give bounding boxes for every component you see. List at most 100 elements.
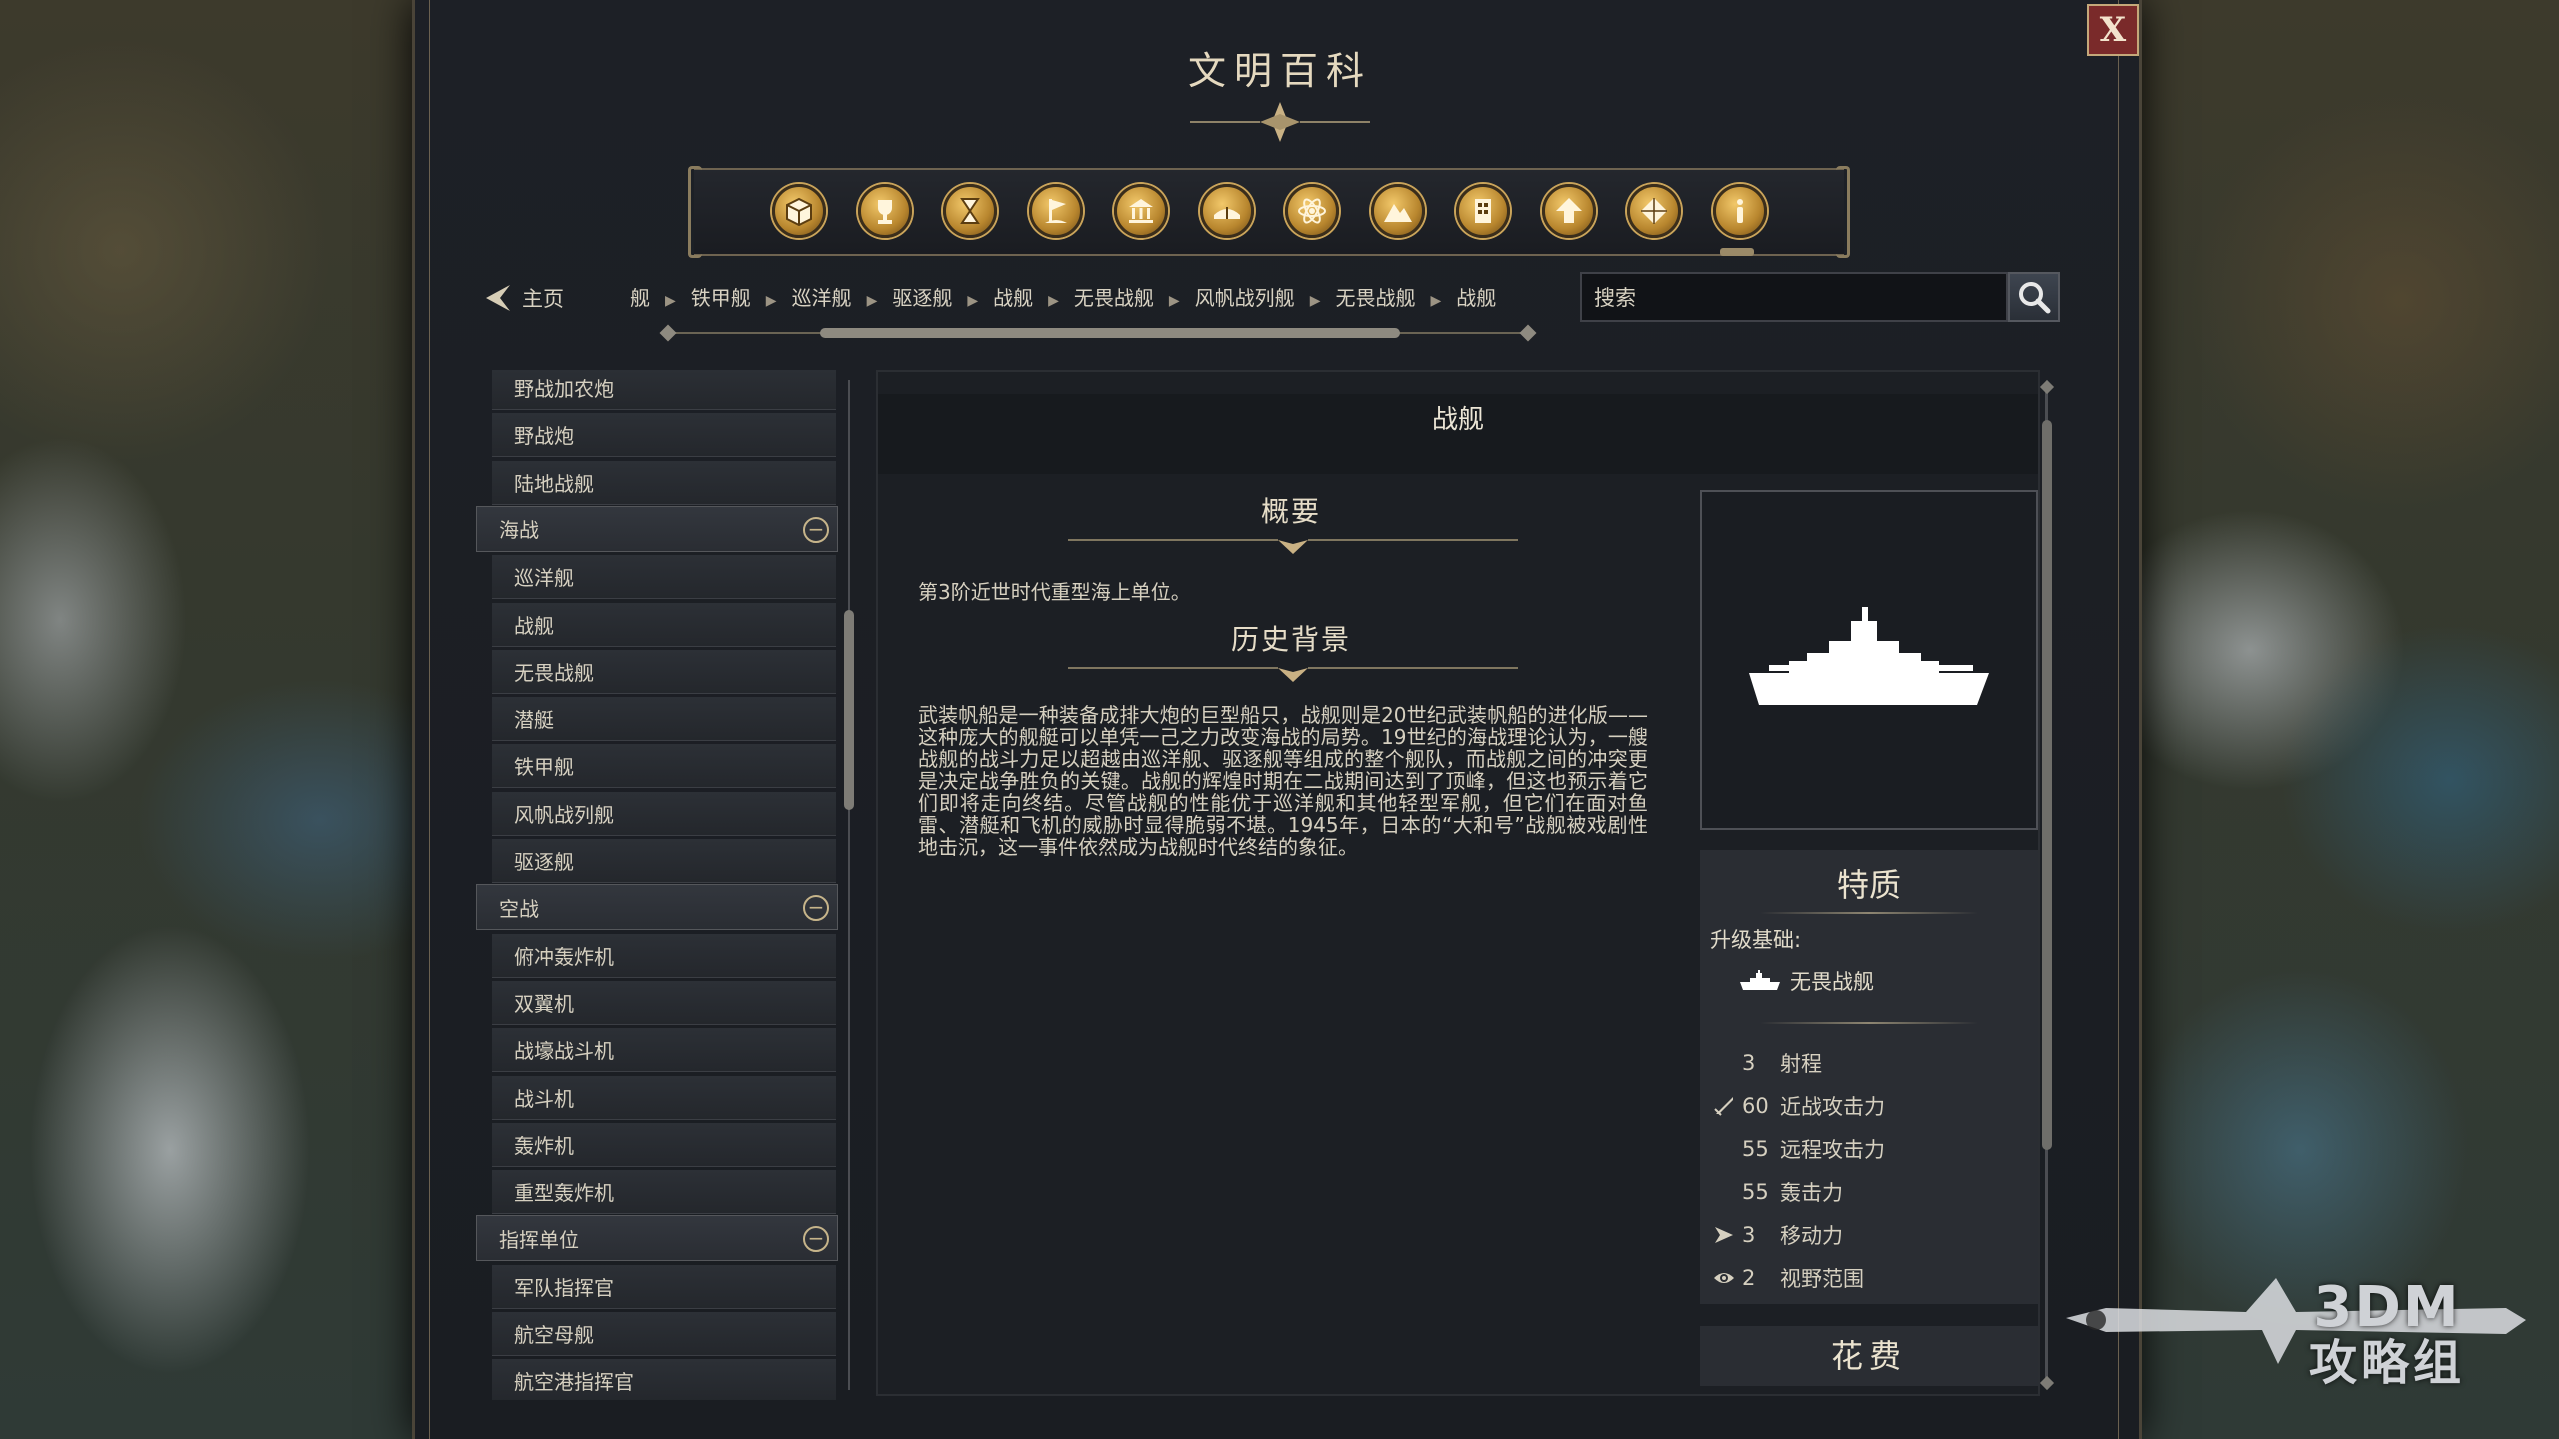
category-button-crate[interactable] — [772, 184, 826, 238]
breadcrumb-scrollbar[interactable] — [656, 324, 1540, 342]
breadcrumb-item[interactable]: 铁甲舰 — [691, 286, 751, 310]
sidebar-item[interactable]: 双翼机 — [492, 980, 836, 1025]
trophy-icon — [877, 200, 892, 224]
sidebar-item[interactable]: 战舰 — [492, 602, 836, 647]
sidebar-item[interactable]: 轰炸机 — [492, 1122, 836, 1167]
sidebar-item[interactable]: 战壕战斗机 — [492, 1028, 836, 1073]
hourglass-icon — [960, 198, 980, 224]
category-button-mountain[interactable] — [1370, 184, 1425, 238]
stat-row: 60 近战攻击力 — [1710, 1091, 1885, 1121]
sidebar-item[interactable]: 野战炮 — [492, 413, 836, 458]
history-ornament — [1068, 667, 1518, 682]
sidebar-item[interactable]: 铁甲舰 — [492, 744, 836, 789]
breadcrumb-separator: ▶ — [765, 293, 777, 309]
sword-icon — [1714, 1097, 1733, 1116]
sidebar-item[interactable]: 巡洋舰 — [492, 555, 836, 600]
sidebar-item[interactable]: 战斗机 — [492, 1075, 836, 1120]
atom-icon — [1298, 198, 1326, 224]
breadcrumb-item[interactable]: 无畏战舰 — [1335, 286, 1415, 310]
search-button[interactable] — [2008, 272, 2060, 322]
eye-icon — [1714, 1273, 1734, 1283]
sidebar-group-header[interactable]: 海战 − — [476, 505, 838, 552]
search-input[interactable]: 搜索 — [1580, 272, 2008, 322]
active-category-indicator — [1720, 248, 1754, 256]
stat-row: 2 视野范围 — [1710, 1263, 1864, 1293]
breadcrumb-item[interactable]: 舰 — [630, 286, 650, 310]
toolbar-right-cap — [1836, 166, 1850, 258]
traits-heading: 特质 — [1836, 866, 1901, 904]
sidebar-scrollbar[interactable] — [842, 370, 856, 1400]
category-button-hourglass[interactable] — [943, 184, 997, 238]
search-icon — [2019, 282, 2051, 314]
collapse-icon[interactable]: − — [803, 1226, 829, 1253]
sidebar-item[interactable]: 陆地战舰 — [492, 460, 836, 505]
stat-label: 远程攻击力 — [1780, 1138, 1885, 1162]
home-label: 主页 — [522, 287, 564, 311]
sidebar-item[interactable]: 军队指挥官 — [492, 1264, 836, 1309]
move-arrow-icon — [1715, 1227, 1733, 1243]
category-button-upgrade-arrow[interactable] — [1541, 184, 1596, 238]
breadcrumb-separator: ▶ — [866, 293, 878, 309]
category-button-info[interactable] — [1712, 184, 1767, 238]
sidebar-item[interactable]: 无畏战舰 — [492, 649, 836, 694]
summary-text: 第3阶近世时代重型海上单位。 — [918, 580, 1191, 604]
history-text: 武装帆船是一种装备成排大炮的巨型船只，战舰则是20世纪武装帆船的进化版——这种庞… — [918, 703, 1648, 859]
upgrade-label: 升级基础: — [1710, 928, 1802, 952]
sidebar-group-header[interactable]: 指挥单位 − — [476, 1215, 838, 1262]
stat-value: 55 — [1742, 1180, 1769, 1204]
sidebar-group-label: 空战 — [499, 896, 539, 921]
breadcrumb-scroll-thumb[interactable] — [820, 328, 1400, 338]
sidebar-group-label: 指挥单位 — [499, 1227, 579, 1252]
sidebar-scroll-thumb[interactable] — [844, 610, 854, 810]
breadcrumb-item[interactable]: 无畏战舰 — [1074, 286, 1154, 310]
sidebar-item[interactable]: 潜艇 — [492, 697, 836, 742]
crate-icon — [786, 197, 812, 227]
category-button-museum[interactable] — [1114, 184, 1168, 238]
stat-label: 射程 — [1780, 1052, 1822, 1076]
category-button-trophy[interactable] — [857, 184, 912, 238]
breadcrumb-separator: ▶ — [1430, 293, 1442, 309]
content-scrollbar[interactable] — [2039, 379, 2055, 1391]
category-toolbar — [688, 166, 1850, 258]
category-button-gem[interactable] — [1627, 184, 1681, 238]
history-heading: 历史背景 — [1230, 623, 1351, 656]
sidebar-item[interactable]: 重型轰炸机 — [492, 1170, 836, 1215]
sidebar-item[interactable]: 航空港指挥官 — [492, 1359, 836, 1400]
sidebar-item[interactable]: 航空母舰 — [492, 1312, 836, 1356]
watermark-line2: 攻略组 — [2308, 1335, 2465, 1391]
category-button-flag[interactable] — [1028, 184, 1083, 238]
breadcrumb-item[interactable]: 驱逐舰 — [892, 286, 952, 310]
sidebar-item[interactable]: 驱逐舰 — [492, 839, 836, 883]
stat-value: 3 — [1742, 1051, 1756, 1075]
stat-row: 55 轰击力 — [1710, 1177, 1843, 1207]
breadcrumb-item[interactable]: 战舰 — [993, 286, 1033, 310]
category-button-atom[interactable] — [1285, 184, 1339, 238]
stat-label: 移动力 — [1780, 1224, 1843, 1248]
stat-value: 60 — [1742, 1094, 1769, 1118]
content-scroll-thumb[interactable] — [2042, 420, 2052, 1150]
stat-value: 3 — [1742, 1223, 1756, 1247]
stat-label: 视野范围 — [1780, 1267, 1864, 1291]
sidebar-group-header[interactable]: 空战 − — [476, 884, 838, 931]
sidebar-item[interactable]: 风帆战列舰 — [492, 791, 836, 836]
collapse-icon[interactable]: − — [803, 895, 829, 922]
watermark-line1: 3DM — [2313, 1275, 2461, 1340]
stat-label: 近战攻击力 — [1780, 1095, 1885, 1119]
close-button[interactable]: X — [2087, 4, 2139, 56]
title-ornament — [1190, 102, 1370, 142]
home-link[interactable]: 主页 — [484, 283, 564, 313]
book-icon — [1213, 207, 1240, 219]
breadcrumb-item[interactable]: 风帆战列舰 — [1195, 286, 1295, 310]
sidebar-nav-list: 野战加农炮 野战炮 陆地战舰 海战 − 巡洋舰 战舰 无畏战舰 潜艇 铁甲舰 风帆战列舰 驱逐舰空战 −… — [476, 370, 842, 1400]
breadcrumb-item[interactable]: 战舰 — [1456, 286, 1496, 310]
collapse-icon[interactable]: − — [803, 516, 829, 543]
breadcrumb-separator: ▶ — [1309, 293, 1321, 309]
category-button-book[interactable] — [1199, 184, 1254, 238]
sidebar-item[interactable]: 野战加农炮 — [492, 370, 836, 410]
category-button-building[interactable] — [1456, 184, 1510, 238]
stat-value: 55 — [1742, 1137, 1769, 1161]
breadcrumb-separator: ▶ — [1168, 293, 1180, 309]
sidebar-item[interactable]: 俯冲轰炸机 — [492, 933, 836, 978]
breadcrumb-item[interactable]: 巡洋舰 — [792, 286, 852, 310]
upgrade-unit-link[interactable]: 无畏战舰 — [1740, 966, 1874, 996]
